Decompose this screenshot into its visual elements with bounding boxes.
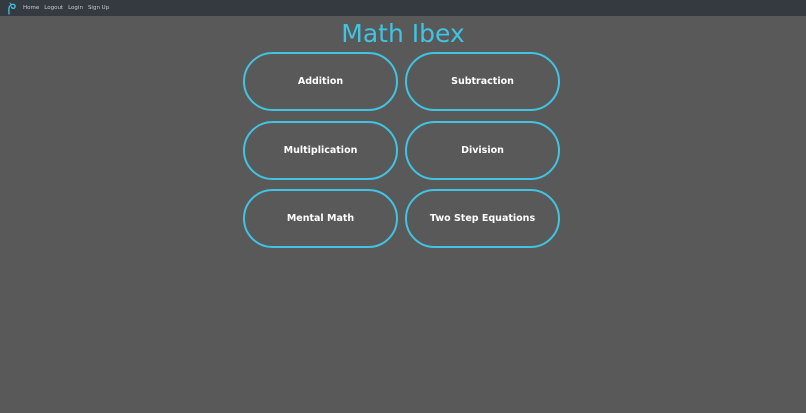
ibex-logo-icon[interactable] [7, 1, 19, 15]
page-title: Math Ibex [341, 19, 465, 48]
division-button[interactable]: Division [405, 121, 560, 180]
nav-signup-link[interactable]: Sign Up [88, 5, 109, 11]
top-navbar: Home Logout Login Sign Up [0, 0, 806, 16]
mental-math-button[interactable]: Mental Math [243, 189, 398, 248]
nav-logout-link[interactable]: Logout [44, 5, 63, 11]
addition-button[interactable]: Addition [243, 52, 398, 111]
nav-home-link[interactable]: Home [23, 5, 39, 11]
subtraction-button[interactable]: Subtraction [405, 52, 560, 111]
multiplication-button[interactable]: Multiplication [243, 121, 398, 180]
two-step-equations-button[interactable]: Two Step Equations [405, 189, 560, 248]
nav-login-link[interactable]: Login [68, 5, 83, 11]
